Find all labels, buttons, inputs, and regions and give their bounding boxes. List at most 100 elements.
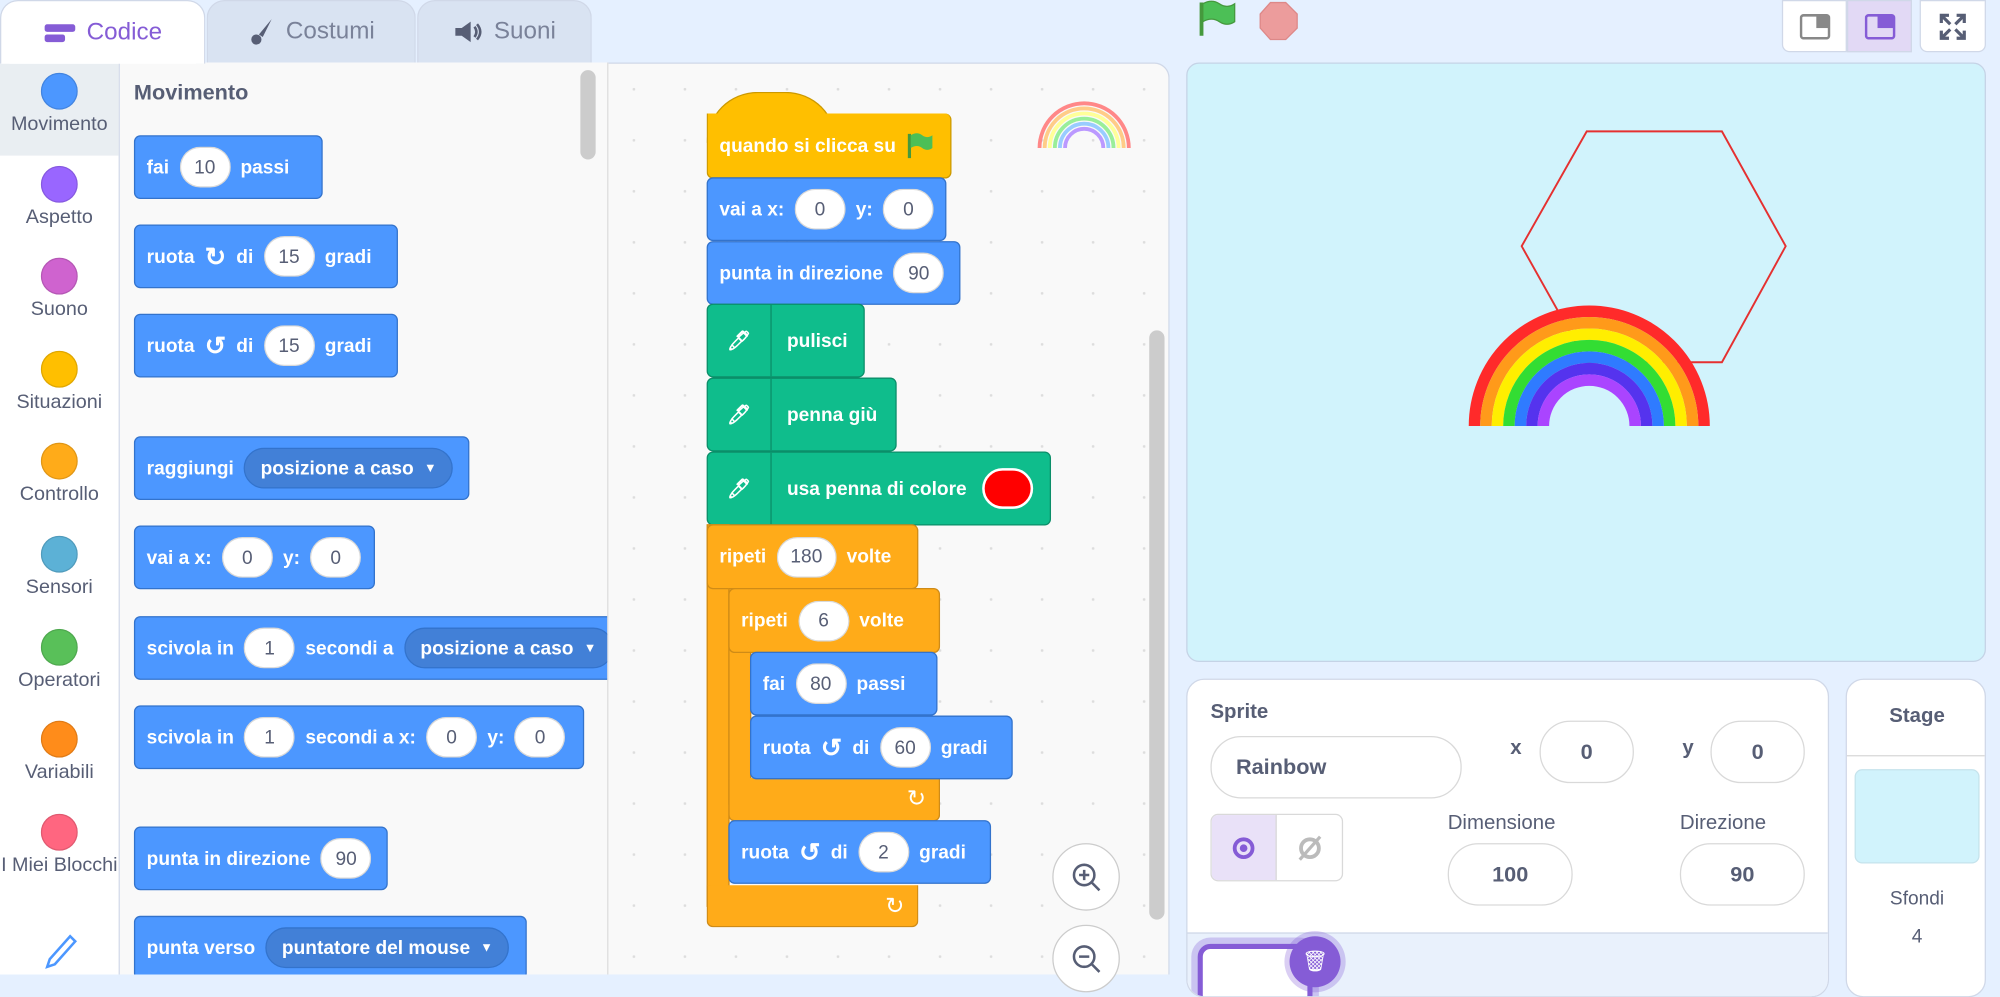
block-repeat-6[interactable]: ripeti 6 volte [728, 588, 941, 654]
fullscreen-button[interactable] [1919, 0, 1986, 53]
pen-icon: 🖊 [708, 452, 772, 525]
pen-extension-icon[interactable] [42, 934, 78, 972]
direction-input[interactable]: 90 [320, 838, 372, 879]
zoom-out-button[interactable] [1052, 924, 1120, 993]
repeat-6-end: ↻ [728, 778, 941, 822]
block-palette: Movimento fai 10 passi ruota ↻ di 15 gradi ruo… [119, 62, 609, 975]
stop-icon[interactable] [1258, 0, 1301, 41]
block-when-flag-clicked[interactable]: quando si clicca su [706, 113, 952, 179]
seconds-input[interactable]: 1 [244, 627, 296, 669]
tab-code[interactable]: Codice [0, 0, 206, 64]
block-point-towards[interactable]: punta verso puntatore del mouse ▼ [133, 915, 527, 975]
steps-input[interactable]: 10 [179, 146, 231, 188]
trash-icon: 🗑 [1302, 951, 1328, 974]
category-label: Controllo [19, 483, 99, 506]
category-movimento[interactable]: Movimento [0, 72, 119, 137]
zoom-in-button[interactable] [1052, 843, 1120, 911]
category-i-miei-blocchi[interactable]: I Miei Blocchi [0, 813, 119, 878]
repeat-180-end: ↻ [706, 885, 919, 928]
green-flag-icon [908, 133, 933, 159]
block-point-direction[interactable]: punta in direzione 90 [706, 241, 961, 305]
x-input[interactable]: 0 [426, 716, 478, 758]
category-controllo[interactable]: Controllo [0, 443, 119, 507]
block-set-pen-color[interactable]: 🖊 usa penna di colore [706, 451, 1052, 526]
goto-target-dropdown[interactable]: posizione a caso ▼ [244, 447, 454, 489]
block-turn-right[interactable]: ruota ↻ di 15 gradi [133, 224, 398, 289]
degrees-input[interactable]: 15 [263, 235, 315, 277]
glide-target-dropdown[interactable]: posizione a caso ▼ [403, 627, 608, 669]
category-label: Sensori [25, 576, 93, 599]
block-turn-left[interactable]: ruota ↺ di 15 gradi [133, 313, 398, 378]
tab-costumes[interactable]: Costumi [206, 0, 416, 63]
block-pen-clear[interactable]: 🖊 pulisci [706, 303, 865, 378]
delete-sprite-button[interactable]: 🗑 [1289, 936, 1341, 988]
sprite-label: Sprite [1210, 701, 1269, 724]
towards-dropdown[interactable]: puntatore del mouse ▼ [265, 927, 510, 969]
zoom-in-icon [1072, 862, 1100, 891]
block-goto-xy[interactable]: vai a x: 0 y: 0 [133, 525, 375, 590]
block-goto[interactable]: raggiungi posizione a caso ▼ [133, 436, 470, 500]
block-repeat-180[interactable]: ripeti 180 volte [706, 524, 919, 590]
category-color-dot [40, 165, 78, 203]
category-label: Operatori [18, 669, 101, 691]
seconds-input[interactable]: 1 [244, 716, 296, 758]
y-label: y [1682, 737, 1694, 759]
category-label: Movimento [10, 113, 108, 136]
small-stage-button[interactable] [1781, 0, 1847, 53]
block-move-steps[interactable]: fai 80 passi [749, 651, 938, 716]
visibility-toggle [1210, 813, 1344, 882]
category-color-dot [40, 72, 78, 110]
y-input[interactable]: 0 [882, 188, 934, 230]
direction-input[interactable]: 90 [893, 252, 945, 294]
stage-panel-title: Stage [1889, 705, 1945, 728]
palette-scrollbar[interactable] [580, 70, 596, 160]
size-input[interactable]: 100 [1447, 843, 1573, 906]
category-aspetto[interactable]: Aspetto [0, 165, 119, 229]
small-stage-icon [1799, 13, 1830, 39]
y-position-input[interactable]: 0 [1710, 720, 1805, 784]
tab-code-label: Codice [86, 18, 163, 46]
y-input[interactable]: 0 [514, 716, 566, 758]
normal-stage-icon [1864, 13, 1895, 39]
category-color-dot [40, 535, 78, 573]
tab-sounds[interactable]: Suoni [417, 0, 592, 63]
repeat-count-input[interactable]: 6 [798, 600, 850, 641]
block-glide[interactable]: scivola in 1 secondi a posizione a caso ▼ [133, 616, 608, 680]
stage[interactable] [1186, 62, 1986, 662]
block-pen-down[interactable]: 🖊 penna giù [706, 377, 897, 452]
hide-button[interactable] [1277, 815, 1342, 880]
direction-input[interactable]: 90 [1679, 843, 1805, 906]
steps-input[interactable]: 80 [795, 663, 847, 705]
stage-selector-panel[interactable]: Stage Sfondi 4 [1845, 678, 1986, 997]
degrees-input[interactable]: 2 [857, 831, 909, 873]
x-position-input[interactable]: 0 [1539, 720, 1634, 784]
degrees-input[interactable]: 60 [879, 727, 931, 768]
stage-backdrop-thumbnail[interactable] [1854, 769, 1980, 864]
degrees-input[interactable]: 15 [263, 325, 315, 367]
green-flag-icon[interactable] [1196, 0, 1239, 38]
block-turn-left[interactable]: ruota ↺ di 2 gradi [728, 820, 992, 884]
block-point-direction[interactable]: punta in direzione 90 [133, 826, 388, 891]
stage-canvas [1468, 130, 1787, 427]
category-sensori[interactable]: Sensori [0, 535, 119, 600]
category-color-dot [40, 257, 78, 295]
y-input[interactable]: 0 [310, 536, 362, 578]
repeat-count-input[interactable]: 180 [776, 536, 837, 578]
category-operatori[interactable]: Operatori [0, 628, 119, 692]
sprite-name-input[interactable]: Rainbow [1210, 735, 1462, 799]
show-button[interactable] [1211, 815, 1277, 881]
fullscreen-icon [1939, 13, 1966, 40]
normal-stage-button[interactable] [1846, 0, 1912, 53]
category-suono[interactable]: Suono [0, 257, 119, 322]
rotate-left-icon: ↺ [820, 734, 843, 763]
x-input[interactable]: 0 [221, 536, 273, 578]
x-input[interactable]: 0 [794, 188, 846, 230]
block-move-steps[interactable]: fai 10 passi [133, 135, 323, 199]
block-goto-xy[interactable]: vai a x: 0 y: 0 [706, 177, 947, 242]
block-glide-xy[interactable]: scivola in 1 secondi a x: 0 y: 0 [133, 705, 585, 770]
category-variabili[interactable]: Variabili [0, 720, 119, 785]
pen-color-swatch[interactable] [981, 468, 1033, 509]
category-situazioni[interactable]: Situazioni [0, 350, 119, 415]
script-scrollbar[interactable] [1149, 330, 1165, 920]
block-turn-left[interactable]: ruota ↺ di 60 gradi [749, 715, 1013, 780]
